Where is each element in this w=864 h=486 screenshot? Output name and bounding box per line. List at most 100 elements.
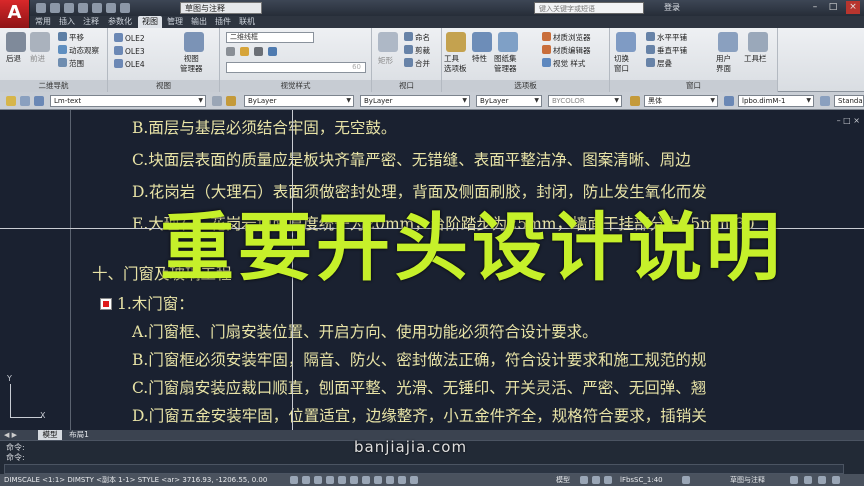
user-interface-label[interactable]: 用户 界面 [716,54,731,74]
layer-properties-icon[interactable] [20,96,30,106]
isolate-objects-icon[interactable] [818,476,826,484]
otrack-icon[interactable] [350,476,358,484]
tab-insert[interactable]: 插入 [56,16,78,28]
view-ole2[interactable]: OLE2 [114,33,145,44]
view-ole4[interactable]: OLE4 [114,59,145,70]
dyn-icon[interactable] [374,476,382,484]
tab-annotate[interactable]: 注释 [80,16,102,28]
properties-icon[interactable] [472,32,492,52]
viewport-window-controls[interactable]: – □ × [837,116,860,125]
application-menu-button[interactable]: A [0,0,30,28]
drawing-canvas[interactable]: B.面层与基层必须结合牢固，无空鼓。 C.块面层表面的质量应是板块齐靠严密、无错… [0,110,864,430]
forward-label[interactable]: 前进 [30,54,45,64]
pan-button[interactable]: 平移 [58,32,84,43]
quick-view-icon[interactable] [580,476,588,484]
tab-view[interactable]: 视图 [138,16,162,28]
tile-vertical-button[interactable]: 垂直平铺 [646,45,687,56]
forward-icon[interactable] [30,32,50,52]
clip-viewport-button[interactable]: 剪裁 [404,45,430,56]
properties-label[interactable]: 特性 [472,54,487,64]
table-style-dropdown[interactable]: Standard [834,95,864,107]
sheetset-icon[interactable] [498,32,518,52]
lock-icon[interactable] [790,476,798,484]
rectangle-viewport-icon[interactable] [378,32,398,52]
maximize-button[interactable]: □ [826,1,840,14]
tile-horizontal-button[interactable]: 水平平铺 [646,32,687,43]
material-icon[interactable] [268,47,277,56]
layer-match-icon[interactable] [226,96,236,106]
view-ole3[interactable]: OLE3 [114,46,145,57]
opacity-slider[interactable]: 60 [226,62,366,73]
tab-parametric[interactable]: 参数化 [104,16,136,28]
sheetset-label[interactable]: 图纸集 管理器 [494,54,517,74]
plot-icon[interactable] [92,3,102,13]
model-space-button[interactable]: 模型 [556,474,570,486]
back-label[interactable]: 后退 [6,54,21,64]
back-icon[interactable] [6,32,26,52]
login-button[interactable]: 登录 [664,2,680,14]
material-editor-button[interactable]: 材质编辑器 [542,45,591,56]
pan-status-icon[interactable] [592,476,600,484]
tab-plugins[interactable]: 插件 [212,16,234,28]
snap-icon[interactable] [290,476,298,484]
hardware-accel-icon[interactable] [804,476,812,484]
toolbars-icon[interactable] [748,32,768,52]
text-style-dropdown[interactable]: 黑体 ▼ [644,95,718,107]
open-icon[interactable] [50,3,60,13]
tab-online[interactable]: 联机 [236,16,258,28]
grip-marker[interactable] [100,298,112,310]
rect-label[interactable]: 矩形 [378,56,393,66]
layer-state-icon[interactable] [6,96,16,106]
tab-nav-arrows[interactable]: ◀ ▶ [4,430,17,440]
shade-icon[interactable] [226,47,235,56]
redo-icon[interactable] [120,3,130,13]
clean-screen-icon[interactable] [832,476,840,484]
transparency-icon[interactable] [398,476,406,484]
layer-previous-icon[interactable] [34,96,44,106]
tool-palettes-label[interactable]: 工具 选项板 [444,54,467,74]
visual-style-dropdown[interactable]: 二维线框 [226,32,314,43]
switch-windows-icon[interactable] [616,32,636,52]
new-icon[interactable] [36,3,46,13]
tab-manage[interactable]: 管理 [164,16,186,28]
polar-icon[interactable] [326,476,334,484]
view-manager-label[interactable]: 视图 管理器 [180,54,203,74]
tab-layout1[interactable]: 布局1 [64,430,94,440]
tab-model[interactable]: 模型 [38,430,62,440]
user-interface-icon[interactable] [718,32,738,52]
toolbars-label[interactable]: 工具栏 [744,54,767,64]
edge-icon[interactable] [254,47,263,56]
lineweight-dropdown[interactable]: ByLayer ▼ [476,95,542,107]
join-viewport-button[interactable]: 合并 [404,58,430,69]
saveas-icon[interactable] [78,3,88,13]
quick-properties-icon[interactable] [410,476,418,484]
dim-style-dropdown[interactable]: lpbo.dimM-1 ▼ [738,95,814,107]
annotation-visibility-icon[interactable] [682,476,690,484]
ducs-icon[interactable] [362,476,370,484]
annotation-scale[interactable]: lFbsSC_1:40 [620,474,663,486]
command-input[interactable] [4,464,844,474]
search-input[interactable]: 键入关键字或短语 [534,2,644,14]
make-current-icon[interactable] [212,96,222,106]
material-browser-button[interactable]: 材质浏览器 [542,32,591,43]
plotstyle-dropdown[interactable]: BYCOLOR ▼ [548,95,622,107]
tab-output[interactable]: 输出 [188,16,210,28]
view-manager-icon[interactable] [184,32,204,52]
tab-home[interactable]: 常用 [32,16,54,28]
ortho-icon[interactable] [314,476,322,484]
linetype-dropdown[interactable]: ByLayer ▼ [360,95,470,107]
switch-windows-label[interactable]: 切换 窗口 [614,54,629,74]
minimize-button[interactable]: – [808,1,822,14]
named-viewport-button[interactable]: 命名 [404,32,430,43]
layer-dropdown[interactable]: Lm-text ▼ [50,95,206,107]
undo-icon[interactable] [106,3,116,13]
lineweight-icon[interactable] [386,476,394,484]
workspace-dropdown[interactable]: 草图与注释 [180,2,262,14]
cascade-button[interactable]: 层叠 [646,58,672,69]
lighting-icon[interactable] [240,47,249,56]
range-button[interactable]: 范围 [58,58,84,69]
save-icon[interactable] [64,3,74,13]
color-dropdown[interactable]: ByLayer ▼ [244,95,354,107]
osnap-icon[interactable] [338,476,346,484]
tool-palettes-icon[interactable] [446,32,466,52]
